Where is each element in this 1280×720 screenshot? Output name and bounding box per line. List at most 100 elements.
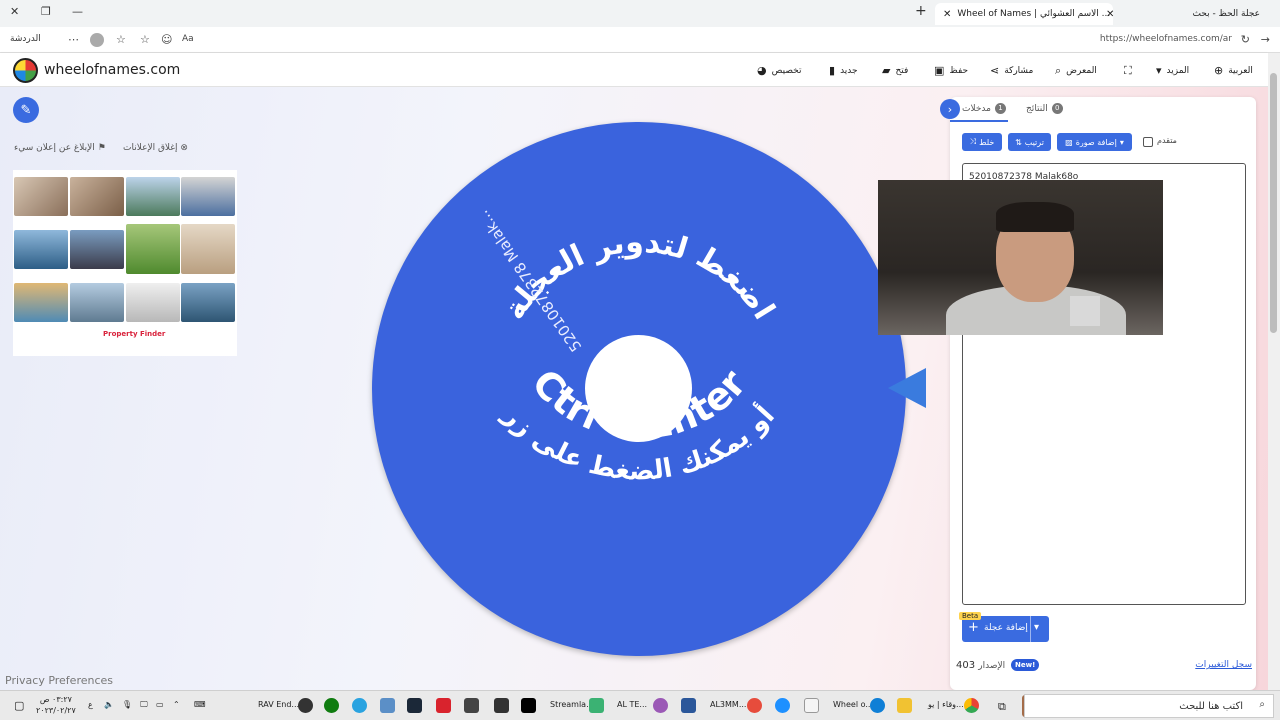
ad-image[interactable] [181, 283, 235, 322]
new-button[interactable]: ▮ جديد [829, 64, 858, 77]
sort-icon: ⇅ [1015, 137, 1022, 147]
fullscreen-button[interactable]: ⛶ [1124, 64, 1132, 78]
edit-pencil-icon[interactable]: ✎ [13, 97, 39, 123]
ad-image[interactable] [126, 177, 180, 216]
new-badge[interactable]: New! [1011, 659, 1040, 671]
restore-window-icon[interactable]: ❐ [41, 5, 51, 18]
chrome-icon[interactable] [964, 698, 979, 713]
caret-down-icon: ▾ [1119, 137, 1124, 147]
add-favorite-icon[interactable]: ☆ [140, 33, 150, 46]
tab-wheel-of-names[interactable]: ✕ Wheel of Names | الاسم العشوائي ... [935, 3, 1113, 25]
obs-icon[interactable] [298, 698, 313, 713]
taskbar-item-youtube[interactable]: وقاء | يو... [928, 700, 964, 709]
ad-image[interactable] [14, 283, 68, 322]
battery-icon[interactable]: ▭ [156, 700, 164, 709]
language-indicator[interactable]: ع [88, 700, 93, 709]
language-label: العربية [1228, 65, 1253, 76]
close-tab-icon[interactable]: ✕ [1106, 9, 1114, 20]
taskbar-item-rav[interactable]: RAV End... [258, 700, 299, 709]
ad-image[interactable] [126, 283, 180, 322]
ad-image[interactable] [14, 230, 68, 269]
valorant-icon[interactable] [436, 698, 451, 713]
minimize-window-icon[interactable]: — [72, 5, 83, 18]
sort-button[interactable]: ⇅ ترتيب [1008, 133, 1051, 151]
more-icon[interactable]: ⋯ [68, 33, 79, 46]
share-button[interactable]: ⋖ مشاركة [990, 64, 1033, 77]
profile-avatar[interactable] [90, 33, 104, 47]
file-explorer-icon[interactable] [897, 698, 912, 713]
wheel-logo-icon[interactable] [13, 58, 38, 83]
ad-image[interactable] [181, 177, 235, 216]
xbox-icon[interactable] [324, 698, 339, 713]
tab-search[interactable]: ✕ عجلة الحظ - بحث [1098, 3, 1268, 25]
taskbar-item-al3mm[interactable]: AL3MM... [710, 700, 746, 709]
network-icon[interactable]: 🖵 [140, 700, 148, 710]
back-icon[interactable]: → [1261, 33, 1270, 46]
ad-image[interactable] [181, 224, 235, 274]
ad-image[interactable] [70, 230, 124, 269]
tiktok-icon[interactable] [521, 698, 536, 713]
language-button[interactable]: ⊕ العربية [1214, 64, 1253, 77]
chevron-right-icon[interactable]: › [940, 99, 960, 119]
notifications-icon[interactable]: ▢ [14, 699, 24, 712]
entries-count-badge: 1 [994, 103, 1006, 114]
url-field[interactable]: https://wheelofnames.com/ar [1100, 34, 1232, 44]
ad-image[interactable] [126, 224, 180, 274]
ad-image[interactable] [70, 177, 124, 216]
close-ads-link[interactable]: إغلاق الإعلانات ⊗ [123, 143, 188, 153]
gallery-button[interactable]: ⌕ المعرض [1055, 64, 1097, 78]
taskbar-item-al-te[interactable]: AL TE... [617, 700, 647, 709]
tab-results[interactable]: النتائج 0 [1026, 103, 1063, 114]
favorites-icon[interactable]: ☆ [116, 33, 126, 46]
keyboard-icon[interactable]: ⌨ [194, 700, 206, 709]
changelog-link[interactable]: سجل التغييرات [1195, 660, 1252, 670]
refresh-icon[interactable]: ↻ [1241, 33, 1250, 46]
app-icon[interactable] [464, 698, 479, 713]
app-icon[interactable] [653, 698, 668, 713]
caret-down-icon[interactable]: ▾ [1034, 622, 1039, 633]
mic-icon[interactable]: 🎙 [122, 700, 132, 709]
ad-image[interactable] [70, 283, 124, 322]
scrollbar-thumb[interactable] [1270, 73, 1277, 333]
edge-icon[interactable] [870, 698, 885, 713]
new-tab-icon[interactable]: + [915, 3, 927, 19]
close-tab-icon[interactable]: ✕ [943, 9, 951, 20]
taskbar-item-streamlabs[interactable]: Streamla... [550, 700, 594, 709]
steam-icon[interactable] [407, 698, 422, 713]
ad-banner[interactable]: Property Finder [13, 170, 237, 356]
capcut-icon[interactable] [494, 698, 509, 713]
more-menu-button[interactable]: ▾ المزيد [1156, 64, 1189, 77]
add-image-button[interactable]: ▨ إضافة صورة ▾ [1057, 133, 1132, 151]
extensions-icon[interactable]: ☺ [161, 33, 172, 46]
app-icon[interactable] [380, 698, 395, 713]
task-view-icon[interactable]: ⧉ [998, 700, 1006, 714]
chat-label[interactable]: الدردشة [10, 34, 41, 44]
tab-entries[interactable]: مدخلات 1 [962, 103, 1006, 114]
volume-icon[interactable]: 🔈 [104, 700, 114, 709]
report-ad-link[interactable]: الإبلاغ عن إعلان سيء ⚑ [14, 143, 106, 153]
taskbar-search-input[interactable]: اكتب هنا للبحث ⌕ [1024, 694, 1274, 718]
store-icon[interactable] [804, 698, 819, 713]
streamlabs-icon[interactable] [589, 698, 604, 713]
page-scrollbar[interactable] [1268, 53, 1280, 690]
privacy-preferences-link[interactable]: Privacy Preferences [5, 674, 113, 687]
read-aloud-icon[interactable]: Aa [182, 34, 194, 44]
shuffle-button[interactable]: ⤨ خلط [962, 133, 1002, 151]
app-icon[interactable] [775, 698, 790, 713]
clock[interactable]: ٠٣:٢٧ ص ٢٠٢٣/٠٢/٢٧ [36, 694, 76, 716]
brand-name[interactable]: wheelofnames.com [44, 62, 180, 78]
ad-image[interactable] [14, 177, 68, 216]
close-window-icon[interactable]: ✕ [10, 5, 19, 18]
property-finder-logo[interactable]: Property Finder [103, 330, 165, 338]
open-button[interactable]: ▰ فتح [882, 64, 908, 77]
taskbar-item-wheel[interactable]: Wheel o... [833, 700, 873, 709]
telegram-icon[interactable] [352, 698, 367, 713]
app-icon[interactable] [681, 698, 696, 713]
advanced-checkbox[interactable] [1143, 137, 1153, 147]
sort-label: ترتيب [1024, 137, 1044, 147]
app-icon[interactable] [747, 698, 762, 713]
save-button[interactable]: ▣ حفظ [934, 64, 968, 77]
wheel-hub[interactable] [585, 335, 692, 442]
customize-button[interactable]: ◕ تخصيص [757, 64, 801, 77]
chevron-up-icon[interactable]: ⌃ [173, 700, 180, 709]
